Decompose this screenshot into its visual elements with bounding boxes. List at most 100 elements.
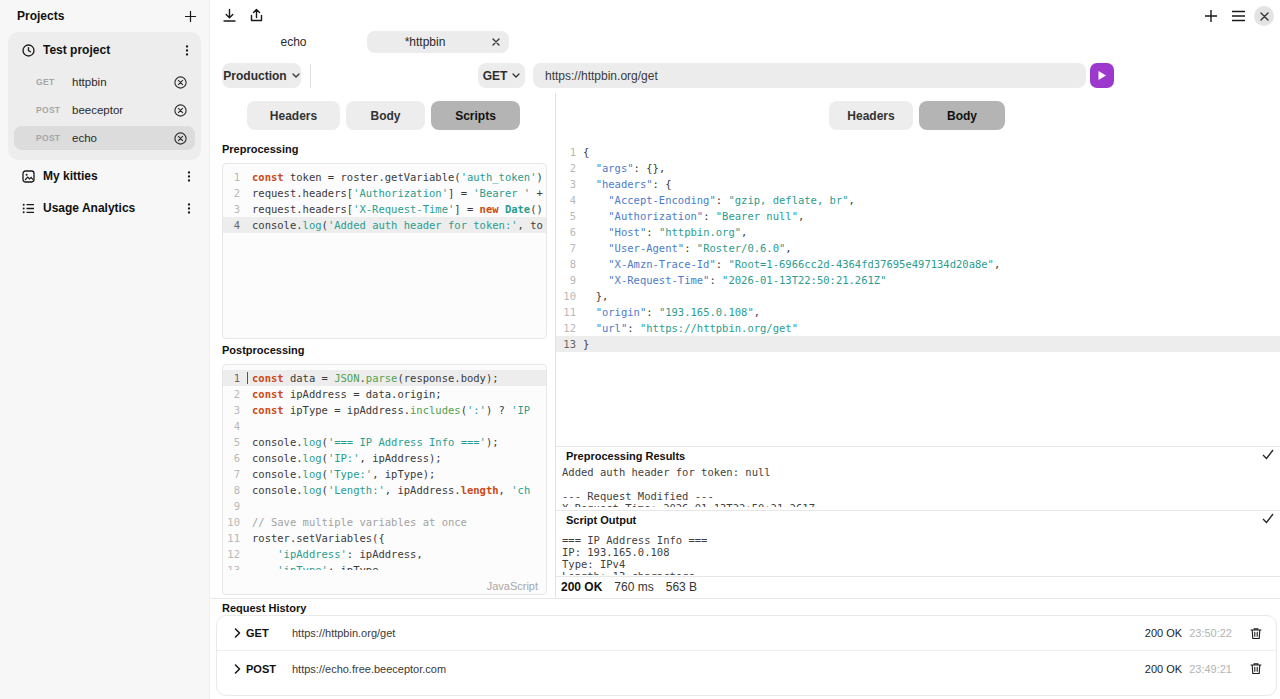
sidebar-item-label: My kitties — [43, 169, 183, 183]
url-input[interactable] — [533, 63, 1086, 88]
history-time: 23:50:22 — [1189, 627, 1232, 639]
image-icon — [22, 170, 35, 183]
code-line: 4 — [223, 418, 546, 434]
preprocessing-label: Preprocessing — [222, 143, 298, 155]
response-body-viewer[interactable]: 1{2 "args": {},3 "headers": {4 "Accept-E… — [556, 138, 1280, 360]
code-line: 4 "Accept-Encoding": "gzip, deflate, br"… — [556, 192, 1280, 208]
sidebar-item-usage-analytics[interactable]: Usage Analytics — [8, 196, 201, 220]
close-window-icon[interactable] — [1254, 6, 1274, 26]
environment-selector[interactable]: Production — [222, 63, 301, 88]
history-url: https://echo.free.beeceptor.com — [292, 663, 1145, 675]
code-line: 10// Save multiple variables at once — [223, 514, 546, 530]
sidebar-title: Projects — [17, 9, 64, 23]
code-line: 8 "X-Amzn-Trace-Id": "Root=1-6966cc2d-43… — [556, 256, 1280, 272]
export-icon[interactable] — [249, 8, 264, 23]
code-line: 9 — [223, 498, 546, 514]
success-check-icon — [1262, 449, 1274, 460]
code-line: 1{ — [556, 144, 1280, 160]
code-line: 6 "Host": "httpbin.org", — [556, 224, 1280, 240]
sidebar-request-beeceptor[interactable]: POSTbeeceptor — [14, 98, 195, 122]
history-status: 200 OK — [1145, 627, 1182, 639]
toolbar-divider — [310, 64, 311, 88]
remove-request-icon[interactable] — [174, 76, 187, 89]
history-row[interactable]: POST https://echo.free.beeceptor.com200 O… — [217, 651, 1276, 686]
preprocessing-editor[interactable]: 1const token = roster.getVariable('auth_… — [222, 163, 547, 339]
project-menu-icon[interactable] — [181, 44, 193, 57]
history-time: 23:49:21 — [1189, 663, 1232, 675]
request-name: httpbin — [72, 76, 174, 88]
code-line: 11 "origin": "193.165.0.108", — [556, 304, 1280, 320]
history-method: POST — [246, 663, 286, 675]
history-method: GET — [246, 627, 286, 639]
document-tab-echo[interactable]: echo — [222, 31, 365, 53]
sidebar-request-echo[interactable]: POSTecho — [14, 126, 195, 150]
request-history-title: Request History — [222, 602, 306, 614]
code-line: 1const data = JSON.parse(response.body); — [223, 370, 546, 386]
sidebar-item-label: Usage Analytics — [43, 201, 183, 215]
code-line: 6console.log('IP:', ipAddress); — [223, 450, 546, 466]
status-code: 200 OK — [561, 580, 602, 594]
environment-label: Production — [223, 69, 286, 83]
code-line: 4console.log('Added auth header for toke… — [223, 217, 546, 233]
postprocessing-editor[interactable]: 1const data = JSON.parse(response.body);… — [222, 364, 547, 595]
history-row[interactable]: GET https://httpbin.org/get200 OK 23:50:22 — [217, 616, 1276, 651]
menu-icon[interactable] — [1231, 10, 1246, 22]
sidebar-request-httpbin[interactable]: GET httpbin — [14, 70, 195, 94]
response-tab-headers[interactable]: Headers — [829, 101, 913, 130]
code-line: 12 "url": "https://httpbin.org/get" — [556, 320, 1280, 336]
kitties-menu-icon[interactable] — [183, 170, 195, 183]
clock-icon — [22, 44, 35, 57]
response-tab-body[interactable]: Body — [919, 101, 1005, 130]
trash-icon[interactable] — [1250, 662, 1262, 675]
tab-label: echo — [280, 35, 306, 49]
code-line: 1const token = roster.getVariable('auth_… — [223, 169, 546, 185]
section-divider — [556, 510, 1280, 511]
chevron-right-icon[interactable] — [233, 628, 242, 638]
chevron-right-icon[interactable] — [233, 664, 242, 674]
code-line: 3 "headers": { — [556, 176, 1280, 192]
main-area: echo*httpbin Production GET HeadersBodyS… — [210, 0, 1280, 699]
remove-request-icon[interactable] — [174, 132, 187, 145]
postprocessing-label: Postprocessing — [222, 344, 305, 356]
preprocessing-results-title: Preprocessing Results — [566, 450, 685, 462]
code-line: 8console.log('Length:', ipAddress.length… — [223, 482, 546, 498]
history-url: https://httpbin.org/get — [292, 627, 1145, 639]
code-line: 10 }, — [556, 288, 1280, 304]
send-request-button[interactable] — [1090, 63, 1114, 88]
close-tab-icon[interactable] — [492, 38, 500, 46]
sidebar: Projects Test project GET httpbin POSTbeec… — [0, 0, 210, 699]
request-name: beeceptor — [72, 104, 174, 116]
project-name: Test project — [43, 43, 181, 57]
status-size: 563 B — [666, 580, 697, 594]
analytics-menu-icon[interactable] — [183, 202, 195, 215]
code-line: 3const ipType = ipAddress.includes(':') … — [223, 402, 546, 418]
request-tab-body[interactable]: Body — [346, 101, 425, 130]
import-icon[interactable] — [222, 8, 237, 23]
remove-request-icon[interactable] — [174, 104, 187, 117]
success-check-icon — [1262, 513, 1274, 524]
request-tab-headers[interactable]: Headers — [247, 101, 340, 130]
method-selector[interactable]: GET — [478, 63, 525, 88]
code-line: 7 "User-Agent": "Roster/0.6.0", — [556, 240, 1280, 256]
code-line: 5 "Authorization": "Bearer null", — [556, 208, 1280, 224]
code-line: 13 'ipType': ipType, — [223, 562, 546, 570]
request-method-label: GET — [36, 77, 66, 87]
project-group-header[interactable]: Test project — [14, 38, 195, 62]
history-status: 200 OK — [1145, 663, 1182, 675]
document-tab-httpbin[interactable]: *httpbin — [367, 31, 509, 53]
chevron-down-icon — [512, 73, 520, 78]
trash-icon[interactable] — [1250, 627, 1262, 640]
request-name: echo — [72, 132, 174, 144]
new-tab-icon[interactable] — [1204, 9, 1218, 23]
code-line: 5console.log('=== IP Address Info ==='); — [223, 434, 546, 450]
method-label: GET — [483, 69, 508, 83]
history-divider — [210, 598, 1280, 599]
code-line: 3request.headers['X-Request-Time'] = new… — [223, 201, 546, 217]
script-output-content: === IP Address Info ===IP: 193.165.0.108… — [562, 534, 1278, 575]
add-project-icon[interactable] — [184, 10, 197, 23]
project-group: Test project GET httpbin POSTbeeceptor POST… — [8, 32, 201, 160]
section-divider — [556, 446, 1280, 447]
sidebar-item-my-kitties[interactable]: My kitties — [8, 164, 201, 188]
request-tab-scripts[interactable]: Scripts — [431, 101, 520, 130]
code-line: 2const ipAddress = data.origin; — [223, 386, 546, 402]
